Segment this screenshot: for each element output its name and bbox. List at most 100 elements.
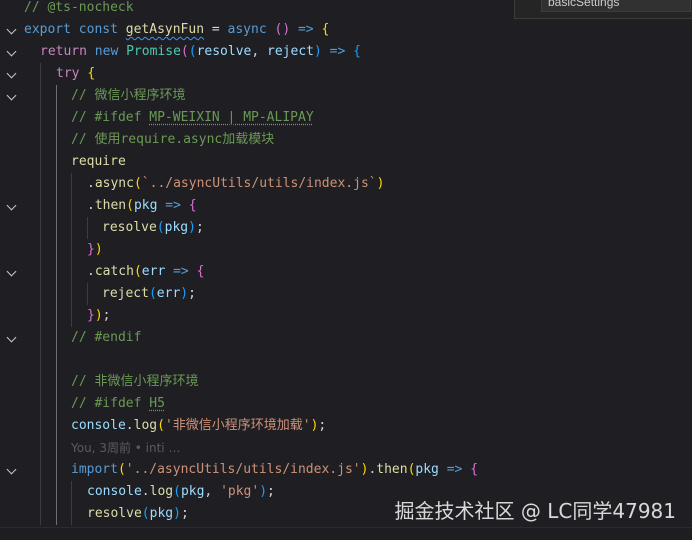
indent-guide [40,151,41,173]
code-line[interactable]: // #ifdef MP-WEIXIN | MP-ALIPAY [0,107,692,129]
param: reject [267,44,314,59]
param: pkg [415,462,439,477]
indent-guide [40,437,41,459]
semicolon: ; [188,286,196,301]
chevron-down-icon[interactable] [6,195,20,217]
code-line[interactable]: // #endif [0,327,692,349]
dot: . [87,198,95,213]
indent-guide [56,195,57,217]
comment: // 非微信小程序环境 [71,374,199,389]
code-line[interactable]: }) [0,239,692,261]
indent-guide [40,85,41,107]
code-line[interactable]: return new Promise((resolve, reject) => … [0,41,692,63]
code-line[interactable]: }); [0,305,692,327]
string: '../asyncUtils/utils/index.js' [125,462,361,477]
function-name: then [376,462,408,477]
find-widget: basicSettings [514,0,692,19]
indent-guide [56,129,57,151]
indent-guide [87,283,88,305]
brace: { [188,198,197,213]
indent-guide [40,481,41,503]
code-line[interactable]: You, 3周前 • inti … [0,437,692,459]
indent-guide [56,173,57,195]
indent-guide [56,107,57,129]
code-line[interactable]: reject(err); [0,283,692,305]
dot: . [125,418,134,433]
code-line[interactable]: try { [0,63,692,85]
function-name: async [94,176,134,191]
indent-guide [56,239,57,261]
find-input[interactable]: basicSettings [541,0,691,12]
indent-guide [40,327,41,349]
chevron-down-icon[interactable] [6,327,20,349]
chevron-down-icon[interactable] [6,63,20,85]
code-line[interactable]: // 使用require.async加载模块 [0,129,692,151]
brace: { [321,22,330,37]
paren: ) [173,506,181,521]
comment: H5 [149,396,165,411]
chevron-down-icon[interactable] [6,459,20,481]
paren: ) [376,176,385,191]
code-line[interactable]: // #ifdef H5 [0,393,692,415]
code-line[interactable]: .async(`../asyncUtils/utils/index.js`) [0,173,692,195]
watermark: 掘金技术社区 @ LC同学47981 [394,499,676,523]
arrow: => [321,44,354,59]
horizontal-scrollbar[interactable] [0,527,692,540]
code-line[interactable]: .then(pkg => { [0,195,692,217]
semicolon: ; [195,220,204,235]
string: '非微信小程序环境加载' [164,418,311,433]
dot: . [87,264,95,279]
chevron-down-icon[interactable] [6,41,20,63]
keyword: async [227,22,267,37]
paren: ( [133,176,142,191]
indent-guide [40,217,41,239]
indent-guide [40,459,41,481]
chevron-down-icon[interactable] [6,261,20,283]
code-line[interactable]: // 非微信小程序环境 [0,371,692,393]
code-editor[interactable]: // @ts-nocheck export const getAsynFun =… [0,0,692,540]
comment: // 使用require.async加载模块 [71,132,275,147]
semicolon: ; [267,484,275,499]
chevron-down-icon[interactable] [6,19,20,41]
indent-guide [71,261,72,283]
comment: // #ifdef [71,396,150,411]
indent-guide [56,151,57,173]
code-line[interactable]: // 微信小程序环境 [0,85,692,107]
object: console [87,484,142,499]
comment: // 微信小程序环境 [71,88,186,103]
function-name: catch [94,264,134,279]
code-line[interactable]: console.log('非微信小程序环境加载'); [0,415,692,437]
chevron-down-icon[interactable] [6,85,20,107]
keyword: try [56,66,80,81]
indent-guide [56,305,57,327]
code-line[interactable] [0,349,692,371]
indent-guide [56,503,57,525]
paren: ( [173,484,181,499]
semicolon: ; [180,506,189,521]
code-line[interactable]: .catch(err => { [0,261,692,283]
function-name: resolve [102,220,157,235]
indent-guide [56,327,57,349]
paren: ) [313,44,322,59]
indent-guide [40,305,41,327]
code-area[interactable]: // @ts-nocheck export const getAsynFun =… [0,0,692,525]
indent-guide [56,459,57,481]
indent-guide [56,393,57,415]
indent-guide [71,195,72,217]
code-line[interactable]: require [0,151,692,173]
brace: { [196,264,205,279]
indent-guide [40,195,41,217]
function-name: then [94,198,127,213]
code-line[interactable]: resolve(pkg); [0,217,692,239]
indent-guide [40,129,41,151]
paren: ( [157,418,165,433]
indent-guide [56,481,57,503]
indent-guide [71,217,72,239]
string: 'pkg' [220,484,260,499]
semicolon: ; [102,308,111,323]
code-line[interactable]: export const getAsynFun = async () => { [0,19,692,41]
code-line[interactable]: import('../asyncUtils/utils/index.js').t… [0,459,692,481]
param: err [156,286,181,301]
paren: ( [156,220,165,235]
indent-guide [40,283,41,305]
